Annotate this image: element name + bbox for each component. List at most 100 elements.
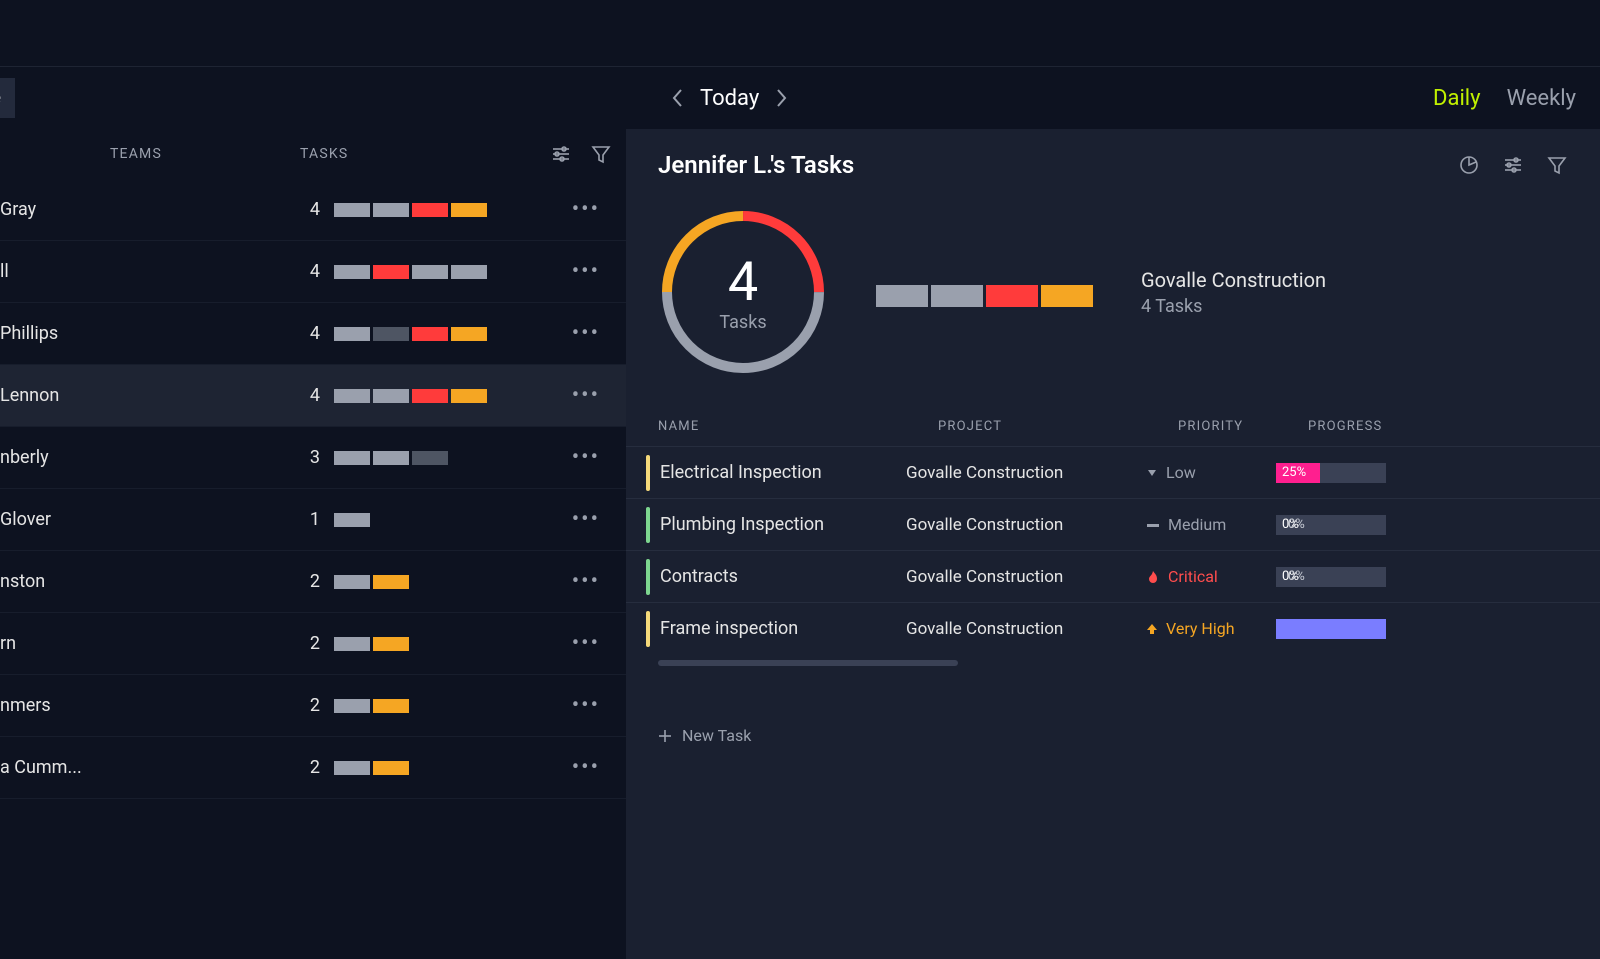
- team-row[interactable]: Gray4 •••: [0, 179, 626, 241]
- seg: [451, 389, 487, 403]
- nav-tab-active[interactable]: e: [0, 78, 15, 118]
- team-row[interactable]: Glover1•••: [0, 489, 626, 551]
- seg: [451, 327, 487, 341]
- task-ring: 4 Tasks: [658, 207, 828, 377]
- team-panel: TEAMS TASKS Gray4•••ll4•••Phillips4•••Le…: [0, 129, 626, 799]
- task-project: Govalle Construction: [906, 567, 1146, 587]
- team-name: Glover: [0, 509, 290, 530]
- team-name: nston: [0, 571, 290, 592]
- view-toggle-daily[interactable]: Daily: [1433, 86, 1481, 111]
- task-priority: Low: [1146, 463, 1276, 482]
- team-name: a Cumm...: [0, 757, 290, 778]
- team-row[interactable]: Lennon4•••: [0, 365, 626, 427]
- more-icon[interactable]: •••: [572, 507, 626, 532]
- detail-title: Jennifer L.'s Tasks: [658, 151, 854, 179]
- task-row[interactable]: Electrical InspectionGovalle Constructio…: [626, 446, 1600, 498]
- detail-rows: Electrical InspectionGovalle Constructio…: [626, 446, 1600, 654]
- more-icon[interactable]: •••: [572, 569, 626, 594]
- task-project: Govalle Construction: [906, 619, 1146, 639]
- team-name: Gray: [0, 199, 290, 220]
- team-row[interactable]: rn2•••: [0, 613, 626, 675]
- more-icon[interactable]: •••: [572, 693, 626, 718]
- seg: [931, 285, 983, 307]
- task-name: Frame inspection: [626, 618, 906, 639]
- seg: [412, 389, 448, 403]
- pie-chart-icon[interactable]: [1458, 154, 1480, 176]
- team-list: Gray4•••ll4•••Phillips4•••Lennon4•••nber…: [0, 179, 626, 799]
- nav-tab-label: e: [0, 88, 1, 108]
- filter-icon[interactable]: [590, 143, 612, 165]
- more-icon[interactable]: •••: [572, 197, 626, 222]
- seg: [373, 761, 409, 775]
- team-seg-bar: [334, 637, 409, 651]
- task-name: Electrical Inspection: [626, 462, 906, 483]
- seg: [334, 699, 370, 713]
- seg: [412, 451, 448, 465]
- task-progress: 25%: [1276, 463, 1386, 483]
- team-seg-bar: [334, 513, 370, 527]
- top-spacer: [0, 0, 1600, 67]
- task-row[interactable]: ContractsGovalle ConstructionCritical0%0…: [626, 550, 1600, 602]
- flame-icon: [1146, 570, 1160, 584]
- summary-text: Govalle Construction 4 Tasks: [1141, 268, 1326, 317]
- seg: [373, 327, 409, 341]
- chevron-right-icon[interactable]: [775, 87, 789, 109]
- team-name: nberly: [0, 447, 290, 468]
- sliders-icon[interactable]: [1502, 154, 1524, 176]
- seg: [1041, 285, 1093, 307]
- team-task-count: 2: [290, 571, 334, 592]
- task-row[interactable]: Frame inspectionGovalle ConstructionVery…: [626, 602, 1600, 654]
- team-row[interactable]: Phillips4•••: [0, 303, 626, 365]
- more-icon[interactable]: •••: [572, 631, 626, 656]
- view-toggle-weekly[interactable]: Weekly: [1507, 86, 1576, 111]
- dcol-project: PROJECT: [938, 419, 1178, 434]
- ring-number: 4: [728, 251, 758, 314]
- seg: [334, 451, 370, 465]
- horizontal-scrollbar[interactable]: [658, 660, 1568, 666]
- more-icon[interactable]: •••: [572, 383, 626, 408]
- seg: [451, 265, 487, 279]
- summary-project: Govalle Construction: [1141, 268, 1326, 292]
- team-name: nmers: [0, 695, 290, 716]
- date-label: Today: [700, 86, 759, 111]
- team-columns-header: TEAMS TASKS: [0, 129, 626, 179]
- scrollbar-thumb[interactable]: [658, 660, 958, 666]
- more-icon[interactable]: •••: [572, 445, 626, 470]
- team-name: ll: [0, 261, 290, 282]
- seg: [373, 451, 409, 465]
- filter-icon[interactable]: [1546, 154, 1568, 176]
- seg: [373, 699, 409, 713]
- task-row[interactable]: Plumbing InspectionGovalle ConstructionM…: [626, 498, 1600, 550]
- team-row[interactable]: a Cumm...2•••: [0, 737, 626, 799]
- more-icon[interactable]: •••: [572, 755, 626, 780]
- seg: [373, 389, 409, 403]
- row-accent: [646, 611, 650, 647]
- seg: [412, 327, 448, 341]
- sliders-icon[interactable]: [550, 143, 572, 165]
- more-icon[interactable]: •••: [572, 259, 626, 284]
- summary-row: 4 Tasks Govalle Construction 4 Tasks: [626, 189, 1600, 405]
- col-header-tasks: TASKS: [170, 146, 542, 162]
- detail-panel: Jennifer L.'s Tasks 4 Tasks Govalle Cons…: [626, 129, 1600, 959]
- ring-label: Tasks: [719, 312, 766, 333]
- nav-bar: e Today Daily Weekly: [0, 67, 1600, 129]
- seg: [876, 285, 928, 307]
- team-row[interactable]: ll4•••: [0, 241, 626, 303]
- seg: [334, 513, 370, 527]
- team-seg-bar: [334, 761, 409, 775]
- team-task-count: 4: [290, 385, 334, 406]
- team-task-count: 4: [290, 323, 334, 344]
- task-priority: Critical: [1146, 567, 1276, 586]
- team-row[interactable]: nston2 •••: [0, 551, 626, 613]
- team-row[interactable]: nberly3•••: [0, 427, 626, 489]
- team-task-count: 4: [290, 199, 334, 220]
- task-progress: [1276, 619, 1386, 639]
- more-icon[interactable]: •••: [572, 321, 626, 346]
- task-name: Plumbing Inspection: [626, 514, 906, 535]
- task-project: Govalle Construction: [906, 463, 1146, 483]
- team-task-count: 2: [290, 633, 334, 654]
- new-task-button[interactable]: New Task: [658, 726, 1568, 745]
- task-progress: 0%0%: [1276, 567, 1386, 587]
- team-row[interactable]: nmers2•••: [0, 675, 626, 737]
- chevron-left-icon[interactable]: [670, 87, 684, 109]
